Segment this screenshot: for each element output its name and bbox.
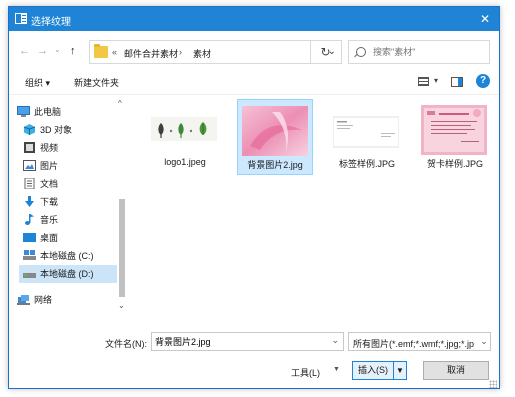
sidebar-item-pictures[interactable]: 图片 (23, 157, 58, 175)
file-item-background-image-2[interactable]: 背景图片2.jpg (237, 99, 313, 175)
label-sample-thumbnail (333, 116, 399, 148)
select-texture-dialog: 选择纹理 ✕ ← → ⌄ ↑ « 邮件合并素材 › 素材 ⌄ ↻ 组织 ▾ 新建… (8, 6, 500, 389)
sidebar-item-label: 此电脑 (34, 107, 62, 117)
dialog-footer: 文件名(N): ⌄ 所有图片(*.emf;*.wmf;*.jpg;*.jp ⌄ … (9, 325, 499, 388)
sidebar-item-this-pc[interactable]: 此电脑 (17, 103, 61, 121)
folder-icon (94, 44, 108, 58)
close-button[interactable]: ✕ (471, 7, 499, 31)
drive-c-icon (23, 250, 36, 260)
search-box[interactable] (348, 40, 490, 64)
forward-button[interactable]: → (37, 45, 48, 57)
scroll-up-arrow[interactable]: ^ (118, 99, 122, 108)
drive-d-icon (23, 273, 36, 278)
sidebar-item-desktop[interactable]: 桌面 (23, 229, 58, 247)
file-type-value: 所有图片(*.emf;*.wmf;*.jpg;*.jp (353, 339, 475, 349)
network-icon (17, 295, 30, 305)
tools-menu-button[interactable]: 工具(L) (291, 366, 320, 379)
file-item-logo1[interactable]: logo1.jpeg (147, 99, 223, 175)
computer-icon (17, 106, 30, 117)
documents-icon (24, 178, 35, 189)
file-name: 贺卡样例.JPG (426, 159, 483, 169)
recent-locations-button[interactable]: ⌄ (54, 45, 61, 54)
filename-input[interactable] (155, 335, 325, 348)
organize-button[interactable]: 组织 ▾ (25, 76, 50, 89)
change-view-icon[interactable] (418, 77, 429, 86)
resize-grip[interactable] (489, 380, 497, 388)
sidebar-item-downloads[interactable]: 下载 (23, 193, 58, 211)
sidebar-item-label: 下载 (40, 197, 59, 207)
sidebar-item-label: 3D 对象 (40, 125, 73, 135)
file-name: logo1.jpeg (164, 157, 206, 167)
file-item-greeting-card-sample[interactable]: 贺卡样例.JPG (417, 99, 493, 175)
file-name: 标签样例.JPG (338, 159, 395, 169)
sidebar-item-drive-d[interactable]: 本地磁盘 (D:) (19, 265, 117, 283)
sidebar-item-label: 本地磁盘 (C:) (40, 251, 94, 261)
pictures-icon (23, 160, 36, 171)
title-bar: 选择纹理 ✕ (9, 7, 499, 31)
help-icon[interactable]: ? (476, 74, 490, 88)
download-icon (25, 196, 34, 207)
file-type-select[interactable]: 所有图片(*.emf;*.wmf;*.jpg;*.jp ⌄ (348, 332, 491, 351)
sidebar-item-label: 图片 (40, 161, 59, 171)
music-icon (25, 214, 34, 225)
pink-background-thumbnail (242, 106, 308, 156)
breadcrumb-item-merge-materials[interactable]: 邮件合并素材 (124, 47, 178, 60)
address-bar[interactable]: « 邮件合并素材 › 素材 ⌄ (89, 40, 342, 64)
dialog-title: 选择纹理 (31, 17, 71, 28)
tools-dropdown-icon[interactable]: ▼ (333, 366, 340, 373)
sidebar-item-label: 文档 (40, 179, 59, 189)
preview-pane-icon[interactable] (451, 77, 463, 87)
sidebar-item-label: 视频 (40, 143, 59, 153)
filename-label: 文件名(N): (105, 339, 147, 349)
insert-button[interactable]: 插入(S) (353, 362, 393, 379)
scroll-down-arrow[interactable]: ⌄ (118, 301, 125, 310)
breadcrumb-item-materials[interactable]: 素材 (193, 47, 211, 60)
file-name: 背景图片2.jpg (247, 160, 303, 170)
address-row: ← → ⌄ ↑ « 邮件合并素材 › 素材 ⌄ ↻ (9, 31, 499, 69)
sidebar-scrollbar[interactable]: ^ ⌄ (117, 95, 127, 317)
breadcrumb-separator[interactable]: › (179, 47, 182, 57)
video-icon (24, 142, 35, 153)
cancel-button[interactable]: 取消 (423, 361, 489, 380)
search-input[interactable] (373, 44, 483, 60)
up-button[interactable]: ↑ (70, 45, 76, 57)
command-toolbar: 组织 ▾ 新建文件夹 ▾ ? (9, 69, 499, 95)
sidebar-item-music[interactable]: 音乐 (23, 211, 58, 229)
desktop-icon (23, 233, 36, 242)
word-app-icon (15, 13, 27, 24)
sidebar-item-documents[interactable]: 文档 (23, 175, 58, 193)
file-item-label-sample[interactable]: 标签样例.JPG (329, 99, 405, 175)
greeting-card-thumbnail (421, 105, 487, 155)
filename-combobox[interactable]: ⌄ (151, 332, 344, 351)
new-folder-button[interactable]: 新建文件夹 (74, 76, 119, 89)
sidebar-item-label: 桌面 (40, 233, 59, 243)
sidebar-item-3d-objects[interactable]: 3D 对象 (23, 121, 72, 139)
3d-objects-icon (23, 124, 36, 135)
logo-thumbnail (151, 117, 217, 141)
sidebar-item-drive-c[interactable]: 本地磁盘 (C:) (23, 247, 94, 265)
sidebar-item-network[interactable]: 网络 (17, 291, 52, 309)
sidebar-item-label: 音乐 (40, 215, 59, 225)
back-button[interactable]: ← (19, 45, 30, 57)
refresh-button[interactable]: ↻ (310, 40, 340, 64)
file-list: logo1.jpeg 背景图片2.jpg 标签样例.JPG 贺卡样例.JPG (127, 95, 499, 317)
insert-options-dropdown[interactable]: ▼ (393, 362, 406, 379)
file-type-dropdown-icon[interactable]: ⌄ (478, 333, 490, 350)
breadcrumb-overflow[interactable]: « (112, 47, 117, 57)
view-options-dropdown[interactable]: ▾ (434, 76, 438, 85)
sidebar-item-videos[interactable]: 视频 (23, 139, 58, 157)
search-icon (356, 47, 366, 57)
sidebar-item-label: 本地磁盘 (D:) (40, 269, 94, 279)
filename-dropdown-icon[interactable]: ⌄ (331, 335, 339, 346)
insert-split-button: 插入(S) ▼ (352, 361, 407, 380)
navigation-pane: 此电脑 3D 对象 视频 图片 文档 下载 音乐 桌面 本地磁盘 (C:) 本地… (9, 95, 127, 317)
scroll-thumb[interactable] (119, 199, 125, 297)
sidebar-item-label: 网络 (34, 295, 53, 305)
